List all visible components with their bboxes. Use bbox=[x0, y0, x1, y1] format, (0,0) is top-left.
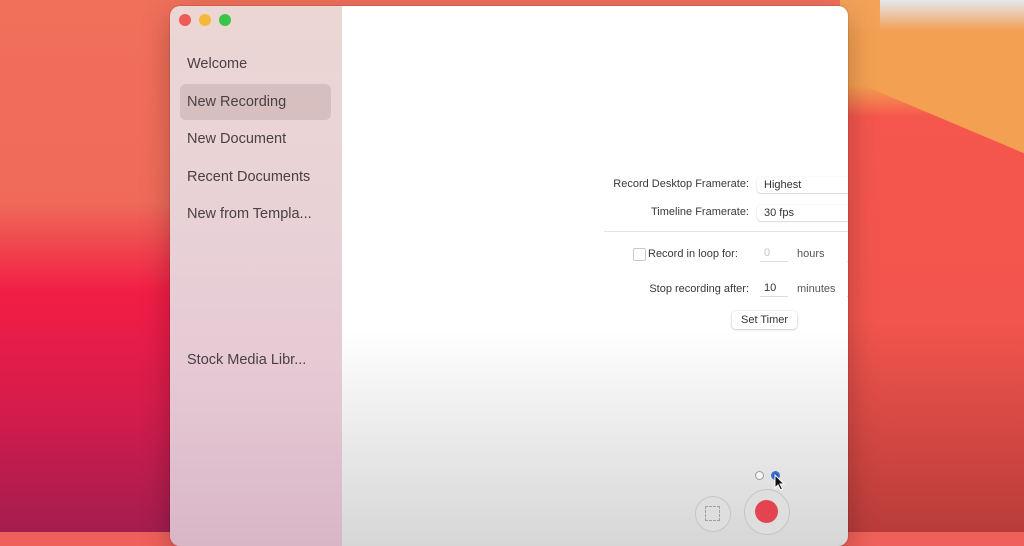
divider bbox=[604, 231, 848, 232]
loop-minutes-field[interactable]: 5 bbox=[847, 244, 848, 262]
area-select-button[interactable] bbox=[695, 496, 731, 532]
record-icon bbox=[755, 500, 778, 523]
mouse-cursor-icon bbox=[774, 474, 786, 491]
wallpaper-sky bbox=[880, 0, 1024, 30]
set-timer-button[interactable]: Set Timer bbox=[732, 311, 798, 329]
record-in-loop-checkbox[interactable] bbox=[633, 248, 646, 261]
zoom-button[interactable] bbox=[219, 14, 231, 26]
record-button[interactable] bbox=[744, 489, 790, 535]
timeline-framerate-value: 30 fps bbox=[764, 207, 794, 219]
stop-seconds-field[interactable]: 0 bbox=[847, 279, 848, 297]
recording-settings-panel: Record Desktop Framerate: Highest ▴▾ Tim… bbox=[342, 6, 848, 546]
close-button[interactable] bbox=[179, 14, 191, 26]
sidebar-item-stock-media-library[interactable]: Stock Media Libr... bbox=[180, 342, 331, 378]
sidebar-nav: Welcome New Recording New Document Recen… bbox=[180, 46, 331, 234]
sidebar-item-new-from-template[interactable]: New from Templa... bbox=[180, 196, 331, 232]
sidebar: Welcome New Recording New Document Recen… bbox=[170, 6, 342, 546]
desktop-framerate-value: Highest bbox=[764, 179, 802, 191]
desktop-framerate-select[interactable]: Highest ▴▾ bbox=[757, 177, 848, 193]
loop-hours-unit: hours bbox=[797, 248, 825, 260]
sidebar-item-welcome[interactable]: Welcome bbox=[180, 46, 331, 82]
minimize-button[interactable] bbox=[199, 14, 211, 26]
page-indicator-dot[interactable] bbox=[755, 471, 764, 480]
sidebar-bottom: Stock Media Libr... bbox=[180, 342, 331, 380]
recording-settings-form: Record Desktop Framerate: Highest ▴▾ Tim… bbox=[342, 6, 848, 406]
desktop-framerate-label: Record Desktop Framerate: bbox=[613, 178, 749, 190]
sidebar-item-recent-documents[interactable]: Recent Documents bbox=[180, 159, 331, 195]
window-controls bbox=[179, 14, 231, 26]
dashed-rectangle-icon bbox=[705, 506, 720, 521]
stop-recording-label: Stop recording after: bbox=[649, 283, 749, 295]
loop-hours-field[interactable]: 0 bbox=[760, 244, 788, 262]
sidebar-item-new-recording[interactable]: New Recording bbox=[180, 83, 331, 120]
timeline-framerate-label: Timeline Framerate: bbox=[650, 206, 749, 218]
app-window: Welcome New Recording New Document Recen… bbox=[170, 6, 848, 546]
sidebar-item-new-document[interactable]: New Document bbox=[180, 121, 331, 157]
stop-minutes-unit: minutes bbox=[797, 283, 836, 295]
stop-minutes-field[interactable]: 10 bbox=[760, 279, 788, 297]
record-in-loop-label: Record in loop for: bbox=[648, 248, 738, 260]
timeline-framerate-select[interactable]: 30 fps ▴▾ bbox=[757, 205, 848, 221]
